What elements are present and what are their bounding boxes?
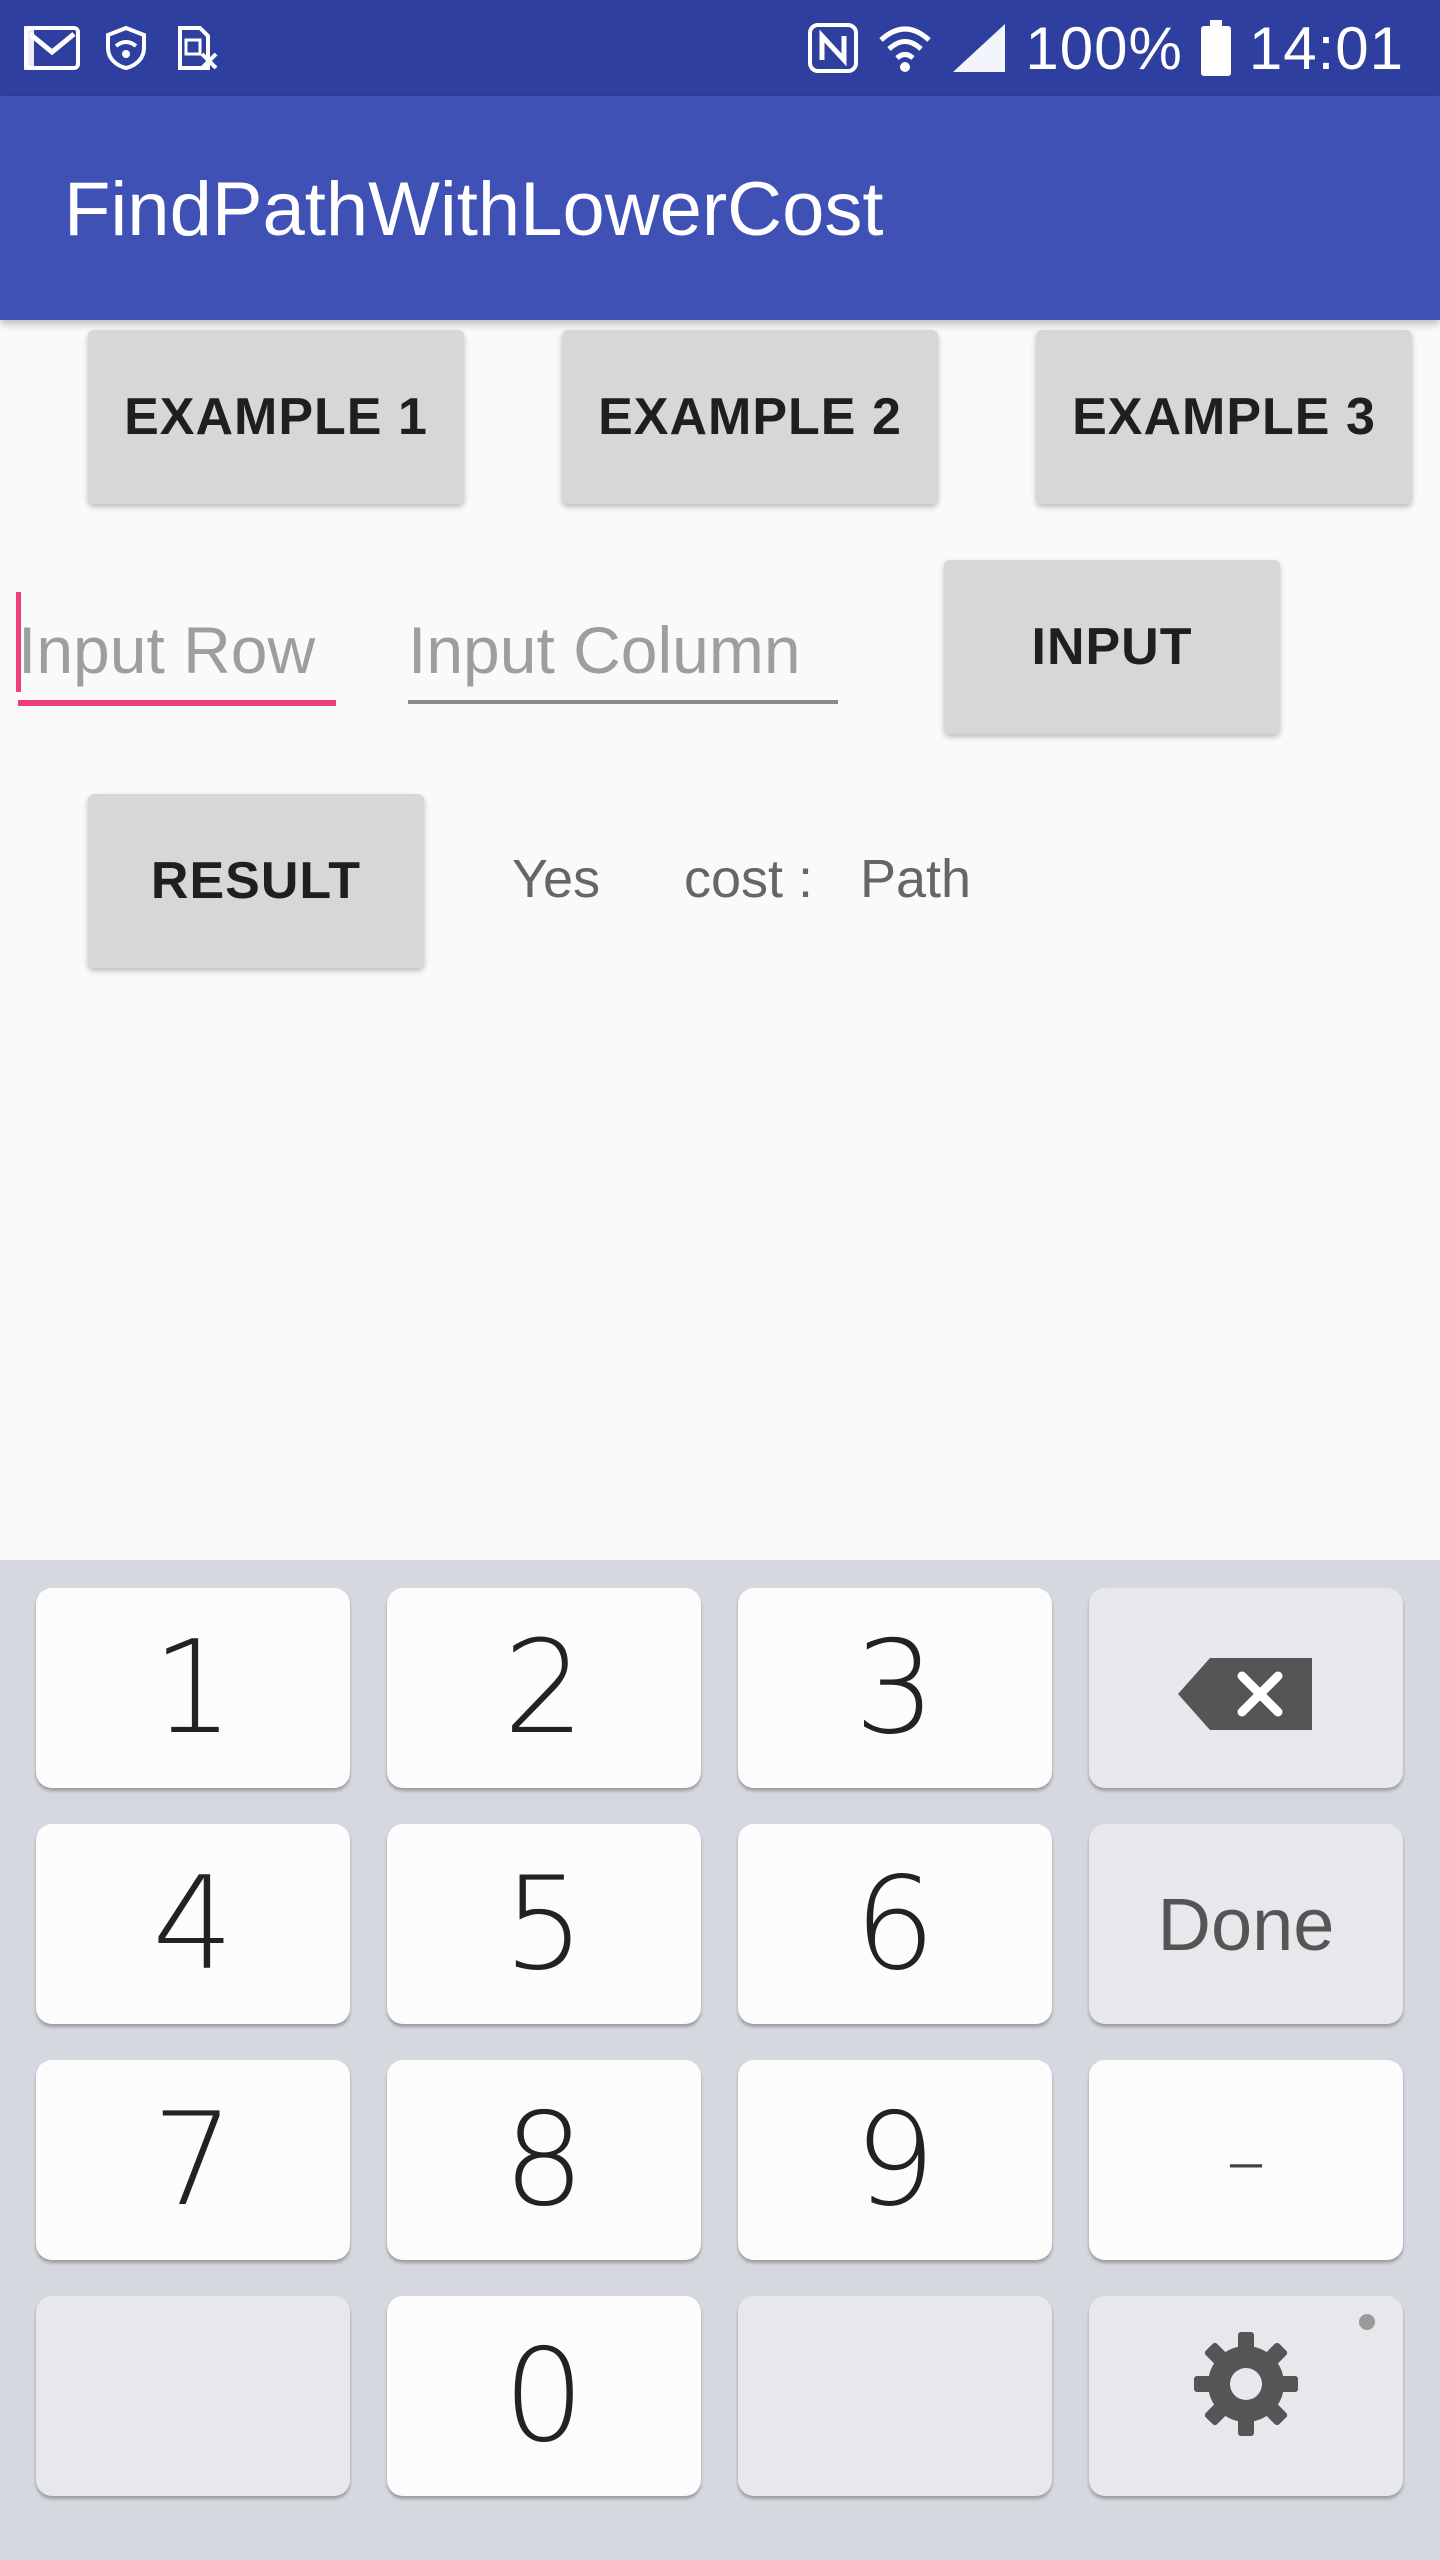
backspace-key[interactable] <box>1089 1588 1403 1788</box>
cost-label: cost : <box>684 849 814 909</box>
settings-key[interactable] <box>1089 2296 1403 2496</box>
done-key[interactable]: Done <box>1089 1824 1403 2024</box>
input-column-field[interactable] <box>408 600 838 704</box>
minus-key[interactable]: – <box>1089 2060 1403 2260</box>
example-2-button[interactable]: EXAMPLE 2 <box>562 330 938 504</box>
app-bar: FindPathWithLowerCost <box>0 96 1440 320</box>
path-text: Path <box>860 849 972 909</box>
backspace-icon <box>1176 1614 1316 1763</box>
key-7[interactable]: 7 <box>36 2060 350 2260</box>
key-8[interactable]: 8 <box>387 2060 701 2260</box>
result-yes-text: Yes <box>512 849 601 909</box>
input-row-field[interactable] <box>18 600 336 706</box>
wifi-icon <box>877 22 933 74</box>
key-4[interactable]: 4 <box>36 1824 350 2024</box>
battery-icon <box>1200 20 1231 76</box>
key-1[interactable]: 1 <box>36 1588 350 1788</box>
battery-percent: 100% <box>1025 14 1183 82</box>
done-key-label: Done <box>1157 1882 1335 1966</box>
signal-icon <box>951 22 1007 74</box>
result-button[interactable]: RESULT <box>88 794 424 968</box>
example-1-button[interactable]: EXAMPLE 1 <box>88 330 464 504</box>
input-button[interactable]: INPUT <box>944 560 1280 734</box>
blank-key-left[interactable] <box>36 2296 350 2496</box>
gear-icon <box>1190 2322 1302 2471</box>
sim-off-icon <box>172 24 220 72</box>
minus-key-label: – <box>1226 2113 1266 2207</box>
status-bar: 100% 14:01 <box>0 0 1440 96</box>
clock: 14:01 <box>1248 14 1404 82</box>
key-5[interactable]: 5 <box>387 1824 701 2024</box>
indicator-dot <box>1359 2314 1375 2330</box>
wifi-shield-icon <box>104 26 148 70</box>
blank-key-right[interactable] <box>738 2296 1052 2496</box>
key-3[interactable]: 3 <box>738 1588 1052 1788</box>
nfc-icon <box>807 22 859 74</box>
key-0[interactable]: 0 <box>387 2296 701 2496</box>
key-9[interactable]: 9 <box>738 2060 1052 2260</box>
key-2[interactable]: 2 <box>387 1588 701 1788</box>
key-6[interactable]: 6 <box>738 1824 1052 2024</box>
example-3-button[interactable]: EXAMPLE 3 <box>1036 330 1412 504</box>
gmail-icon <box>24 26 80 70</box>
app-title: FindPathWithLowerCost <box>64 167 884 252</box>
